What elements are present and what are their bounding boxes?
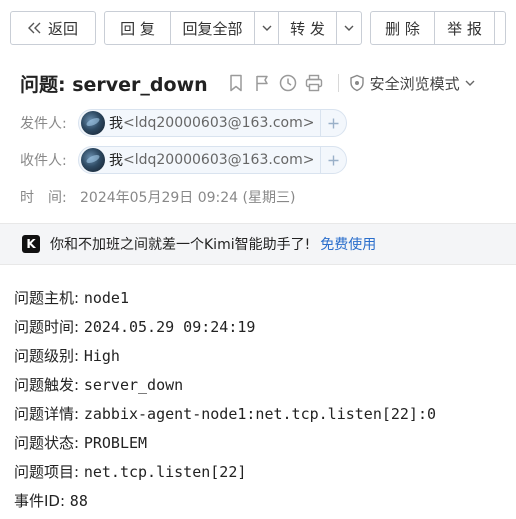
- sent-time: 2024年05月29日 09:24 (星期三): [80, 190, 296, 206]
- mail-subject: 问题: server_down: [20, 73, 208, 96]
- promo-text: 你和不加班之间就差一个Kimi智能助手了!: [50, 237, 311, 253]
- body-value: zabbix-agent-node1:net.tcp.listen[22]:0: [83, 405, 437, 423]
- recipient-chip[interactable]: 我 <ldq20000603@163.com>: [78, 146, 348, 174]
- body-key: 问题主机:: [14, 289, 84, 307]
- report-button[interactable]: 举 报: [435, 12, 495, 44]
- print-icon[interactable]: [304, 73, 324, 93]
- safe-browsing-mode-toggle[interactable]: 安全浏览模式: [349, 73, 475, 94]
- kimi-logo-icon: K: [22, 235, 40, 253]
- safe-mode-label: 安全浏览模式: [369, 74, 460, 93]
- back-button[interactable]: 返回: [11, 12, 95, 44]
- plus-icon: [328, 155, 339, 166]
- flag-icon[interactable]: [252, 73, 272, 93]
- body-key: 问题时间:: [14, 318, 84, 336]
- delete-button[interactable]: 删 除: [371, 12, 435, 44]
- time-row: 时 间: 2024年05月29日 09:24 (星期三): [20, 187, 295, 207]
- recipient-email: <ldq20000603@163.com>: [123, 152, 315, 168]
- subject-row: 问题: server_down 安全浏览模式: [20, 70, 475, 96]
- forward-button[interactable]: 转 发: [279, 12, 337, 44]
- body-key: 问题状态:: [14, 434, 84, 452]
- forward-dropdown[interactable]: [337, 12, 361, 44]
- bookmark-icon[interactable]: [226, 73, 246, 93]
- body-line: 问题状态: PROBLEM: [14, 429, 510, 458]
- body-key: 问题详情:: [14, 405, 84, 423]
- body-key: 问题项目:: [14, 463, 84, 481]
- reply-button[interactable]: 回 复: [105, 12, 171, 44]
- body-line: 问题级别: High: [14, 342, 510, 371]
- subject-divider: [337, 74, 339, 92]
- recipient-name: 我: [109, 153, 123, 169]
- body-value: PROBLEM: [83, 434, 148, 452]
- back-label: 返回: [47, 19, 78, 38]
- back-group: 返回: [10, 11, 96, 45]
- body-value: 88: [69, 492, 88, 510]
- double-chevron-left-icon: [27, 22, 42, 34]
- add-contact-button[interactable]: [320, 110, 346, 136]
- recipient-label: 收件人:: [20, 153, 67, 169]
- body-key: 事件ID:: [14, 492, 70, 510]
- body-value: node1: [83, 289, 129, 307]
- mail-body: 问题主机: node1 问题时间: 2024.05.29 09:24:19 问题…: [14, 284, 510, 516]
- body-line: 问题详情: zabbix-agent-node1:net.tcp.listen[…: [14, 400, 510, 429]
- reply-group: 回 复 回复全部 转 发: [104, 11, 362, 45]
- reply-all-dropdown[interactable]: [255, 12, 279, 44]
- reply-all-button[interactable]: 回复全部: [171, 12, 255, 44]
- sender-chip[interactable]: 我 <ldq20000603@163.com>: [78, 109, 348, 137]
- body-value: 2024.05.29 09:24:19: [83, 318, 256, 336]
- sender-row: 发件人: 我 <ldq20000603@163.com>: [20, 109, 348, 137]
- shield-icon: [349, 74, 365, 92]
- more-button[interactable]: [495, 12, 505, 44]
- body-key: 问题触发:: [14, 376, 84, 394]
- sender-label: 发件人:: [20, 116, 67, 132]
- sender-name: 我: [109, 116, 123, 132]
- body-line: 问题项目: net.tcp.listen[22]: [14, 458, 510, 487]
- plus-icon: [328, 118, 339, 129]
- sender-email: <ldq20000603@163.com>: [123, 115, 315, 131]
- body-value: High: [83, 347, 120, 365]
- recipient-row: 收件人: 我 <ldq20000603@163.com>: [20, 146, 348, 174]
- body-line: 事件ID: 88: [14, 487, 510, 516]
- chevron-down-icon: [344, 25, 354, 31]
- mail-toolbar: 返回 回 复 回复全部 转 发 删 除 举 报: [10, 11, 506, 45]
- manage-group: 删 除 举 报: [370, 11, 506, 45]
- promo-free-use-link[interactable]: 免费使用: [320, 234, 376, 254]
- body-line: 问题主机: node1: [14, 284, 510, 313]
- body-value: server_down: [83, 376, 184, 394]
- body-line: 问题触发: server_down: [14, 371, 510, 400]
- time-label: 时 间:: [20, 190, 67, 206]
- clock-icon[interactable]: [278, 73, 298, 93]
- promo-banner: K 你和不加班之间就差一个Kimi智能助手了! 免费使用: [0, 223, 516, 265]
- body-key: 问题级别:: [14, 347, 84, 365]
- body-value: net.tcp.listen[22]: [83, 463, 247, 481]
- body-line: 问题时间: 2024.05.29 09:24:19: [14, 313, 510, 342]
- chevron-down-icon: [262, 25, 272, 31]
- add-contact-button[interactable]: [320, 147, 346, 173]
- chevron-down-icon: [465, 80, 475, 86]
- avatar: [81, 148, 105, 172]
- avatar: [81, 111, 105, 135]
